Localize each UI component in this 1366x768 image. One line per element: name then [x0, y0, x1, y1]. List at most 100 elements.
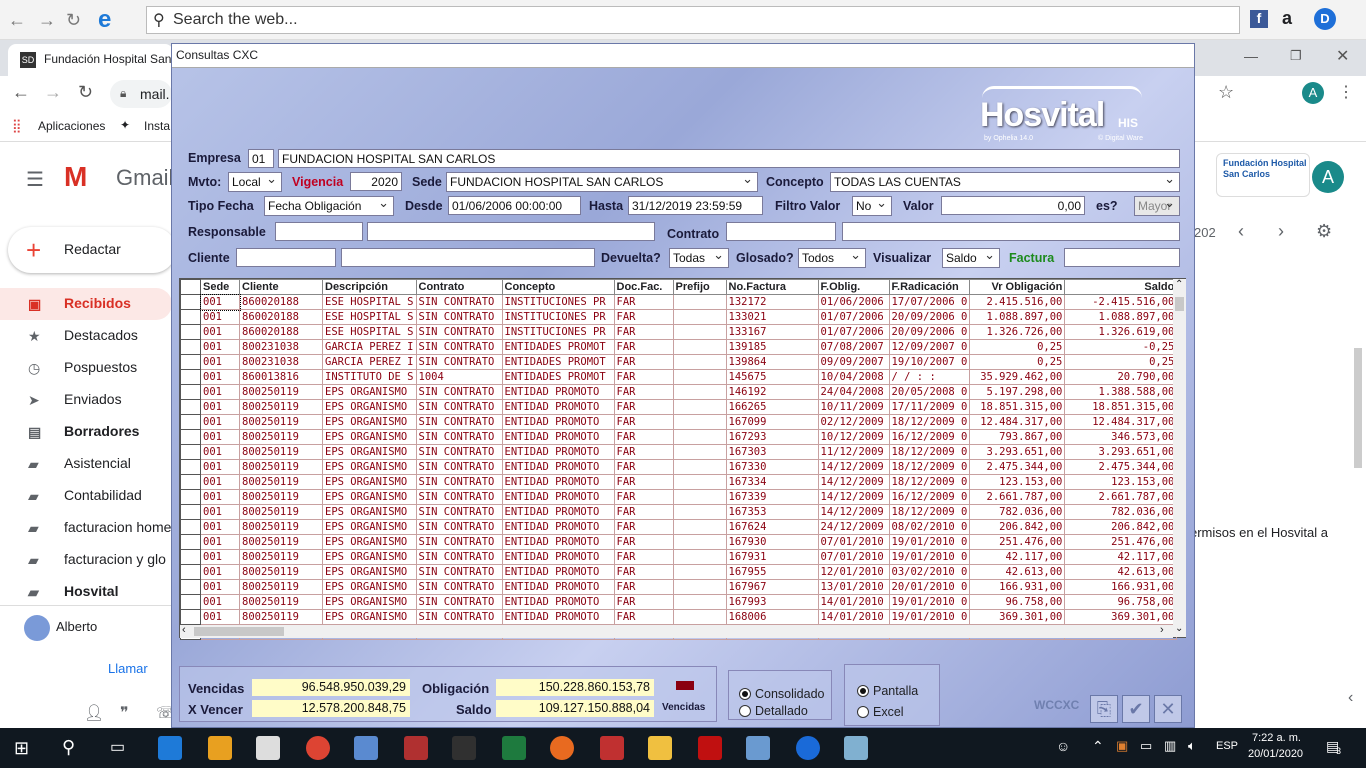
prev-page-icon[interactable]: ‹	[1238, 221, 1244, 242]
table-cell[interactable]: FAR	[613, 384, 674, 400]
table-cell[interactable]: 01/06/2006	[817, 294, 890, 310]
row-selector[interactable]	[180, 414, 201, 430]
table-cell[interactable]: 206.842,00	[969, 519, 1066, 535]
es-select[interactable]: Mayor	[1134, 195, 1180, 216]
table-cell[interactable]: FAR	[613, 609, 674, 625]
table-cell[interactable]: FAR	[613, 549, 674, 565]
row-selector[interactable]	[180, 444, 201, 460]
glosado-select[interactable]: Todos	[798, 247, 866, 268]
table-cell[interactable]: FAR	[613, 444, 674, 460]
table-cell[interactable]: 12/01/2010	[817, 564, 890, 580]
table-cell[interactable]	[672, 489, 727, 505]
table-cell[interactable]: SIN CONTRATO	[415, 564, 503, 580]
table-cell[interactable]: 02/12/2009	[817, 414, 890, 430]
concepto-select[interactable]: TODAS LAS CUENTAS	[830, 171, 1180, 192]
contacts-icon[interactable]: 👤︎	[84, 703, 104, 723]
table-cell[interactable]: 35.929.462,00	[969, 369, 1066, 385]
table-cell[interactable]: SIN CONTRATO	[415, 384, 503, 400]
table-cell[interactable]: EPS ORGANISMO	[322, 549, 417, 565]
url-field[interactable]: 🔒︎ mail.	[110, 80, 172, 108]
table-cell[interactable]: 793.867,00	[969, 429, 1066, 445]
table-cell[interactable]: 0,25	[969, 354, 1066, 370]
table-cell[interactable]: 167967	[725, 579, 819, 595]
table-cell[interactable]: 860020188	[239, 294, 323, 310]
table-cell[interactable]: SIN CONTRATO	[415, 339, 503, 355]
column-header[interactable]: No.Factura	[725, 279, 819, 295]
table-cell[interactable]: ESE HOSPITAL S	[322, 309, 417, 325]
next-page-icon[interactable]: ›	[1278, 221, 1284, 242]
scroll-left-icon[interactable]: ‹	[182, 624, 186, 636]
table-cell[interactable]: 20/01/2010 0	[888, 579, 971, 595]
table-cell[interactable]: 24/12/2009	[817, 519, 890, 535]
table-cell[interactable]	[672, 384, 727, 400]
column-header[interactable]: Doc.Fac.	[613, 279, 674, 295]
row-selector[interactable]	[180, 549, 201, 565]
row-selector[interactable]	[180, 369, 201, 385]
table-cell[interactable]: 251.476,00	[969, 534, 1066, 550]
table-cell[interactable]: 08/02/2010 0	[888, 519, 971, 535]
page-scrollbar[interactable]	[1354, 348, 1362, 468]
table-cell[interactable]: 03/02/2010 0	[888, 564, 971, 580]
settings-gear-icon[interactable]: ⚙	[1316, 221, 1332, 242]
table-cell[interactable]: 20.790,00	[1064, 369, 1178, 385]
table-cell[interactable]: 09/09/2007	[817, 354, 890, 370]
table-row[interactable]: 001 860020188 ESE HOSPITAL S SIN CONTRATO IN…	[180, 324, 1178, 340]
table-cell[interactable]: 369.301,00	[1064, 609, 1178, 625]
table-cell[interactable]: 001	[200, 489, 240, 505]
filtro-valor-select[interactable]: No	[852, 195, 892, 216]
table-cell[interactable]: / / : :	[888, 369, 971, 385]
table-cell[interactable]: 369.301,00	[969, 609, 1066, 625]
table-cell[interactable]: 123.153,00	[1064, 474, 1178, 490]
table-row[interactable]: 001800250119EPS ORGANISMOSIN CONTRATOENT…	[180, 519, 1178, 535]
table-cell[interactable]: 0,25	[1064, 354, 1178, 370]
row-selector[interactable]	[180, 564, 201, 580]
ie-logo-icon[interactable]: e	[98, 6, 111, 34]
table-cell[interactable]	[672, 429, 727, 445]
table-cell[interactable]: FAR	[613, 474, 674, 490]
table-cell[interactable]: 001	[200, 444, 240, 460]
table-cell[interactable]: EPS ORGANISMO	[322, 579, 417, 595]
contrato-name-field[interactable]	[842, 222, 1180, 241]
table-cell[interactable]: 001	[200, 324, 240, 340]
table-cell[interactable]: 167303	[725, 444, 819, 460]
table-cell[interactable]: 001	[200, 309, 240, 325]
table-cell[interactable]: ENTIDADES PROMOT	[501, 339, 615, 355]
hasta-field[interactable]: 31/12/2019 23:59:59	[628, 196, 763, 215]
table-cell[interactable]: 800250119	[239, 384, 323, 400]
table-cell[interactable]: 0,25	[969, 339, 1066, 355]
table-cell[interactable]: 860013816	[239, 369, 323, 385]
table-cell[interactable]: FAR	[613, 534, 674, 550]
table-cell[interactable]: 2.661.787,00	[1064, 489, 1178, 505]
table-cell[interactable]: 14/01/2010	[817, 609, 890, 625]
table-cell[interactable]: 16/12/2009 0	[888, 429, 971, 445]
mail-icon[interactable]	[256, 736, 280, 760]
table-cell[interactable]: SIN CONTRATO	[415, 519, 503, 535]
table-cell[interactable]: 10/12/2009	[817, 429, 890, 445]
table-cell[interactable]: 001	[200, 414, 240, 430]
table-cell[interactable]	[672, 309, 727, 325]
table-cell[interactable]: 166265	[725, 399, 819, 415]
compose-button[interactable]: + Redactar	[8, 227, 176, 273]
row-selector[interactable]	[180, 429, 201, 445]
table-cell[interactable]: ENTIDAD PROMOTO	[501, 519, 615, 535]
table-cell[interactable]: 001	[200, 429, 240, 445]
table-cell[interactable]: FAR	[613, 579, 674, 595]
table-cell[interactable]: EPS ORGANISMO	[322, 534, 417, 550]
table-cell[interactable]: 14/12/2009	[817, 489, 890, 505]
forward-icon[interactable]: →	[38, 10, 56, 31]
pantalla-radio[interactable]: Pantalla	[857, 684, 918, 698]
table-cell[interactable]	[672, 294, 727, 310]
table-cell[interactable]: 42.117,00	[1064, 549, 1178, 565]
table-cell[interactable]: GARCIA PEREZ I	[322, 354, 417, 370]
table-cell[interactable]: 132172	[725, 294, 819, 310]
cliente-code-field[interactable]	[236, 248, 336, 267]
table-cell[interactable]: 07/08/2007	[817, 339, 890, 355]
table-cell[interactable]: 1.326.726,00	[969, 324, 1066, 340]
table-cell[interactable]	[672, 579, 727, 595]
table-cell[interactable]: FAR	[613, 354, 674, 370]
table-cell[interactable]: 14/01/2010	[817, 594, 890, 610]
empresa-name-field[interactable]: FUNDACION HOSPITAL SAN CARLOS	[278, 149, 1180, 168]
table-cell[interactable]: 800250119	[239, 459, 323, 475]
bookmark-apps[interactable]: Aplicaciones	[38, 119, 105, 133]
table-cell[interactable]: 167099	[725, 414, 819, 430]
